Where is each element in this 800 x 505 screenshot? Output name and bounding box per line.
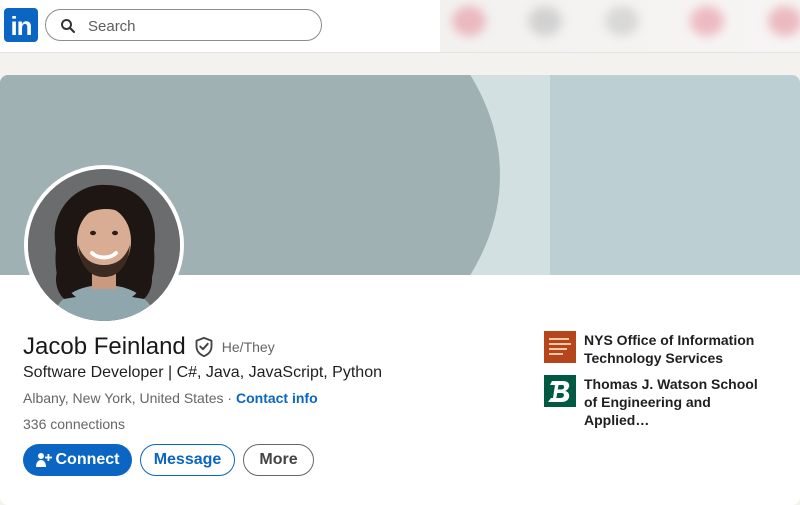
contact-info-link[interactable]: Contact info bbox=[236, 390, 318, 406]
nav-network-icon[interactable] bbox=[528, 6, 562, 36]
search-bar[interactable] bbox=[45, 9, 322, 41]
avatar[interactable] bbox=[24, 165, 184, 325]
nav-messaging-icon[interactable] bbox=[690, 6, 724, 36]
search-input[interactable] bbox=[86, 15, 310, 37]
nav-home-icon[interactable] bbox=[452, 6, 486, 36]
more-label: More bbox=[259, 451, 298, 468]
location: Albany, New York, United States bbox=[23, 390, 224, 406]
pronouns: He/They bbox=[221, 339, 275, 355]
message-button[interactable]: Message bbox=[140, 444, 235, 476]
nav-icons-blurred bbox=[440, 0, 800, 52]
nav-notifications-icon[interactable] bbox=[768, 6, 800, 36]
nav-jobs-icon[interactable] bbox=[605, 6, 639, 36]
top-nav: in bbox=[0, 0, 800, 53]
more-button[interactable]: More bbox=[243, 444, 314, 476]
org-name: Thomas J. Watson School of Engineering a… bbox=[584, 376, 758, 428]
nys-its-logo-icon bbox=[544, 331, 576, 363]
name-row: Jacob Feinland He/They bbox=[23, 332, 275, 362]
verified-shield-icon[interactable] bbox=[194, 336, 214, 358]
location-row: Albany, New York, United States · Contac… bbox=[23, 390, 318, 406]
search-icon bbox=[61, 19, 76, 34]
message-label: Message bbox=[153, 451, 222, 468]
add-person-icon bbox=[35, 453, 52, 467]
separator: · bbox=[223, 390, 236, 406]
org-nys-its[interactable]: NYS Office of Information Technology Ser… bbox=[544, 331, 774, 367]
connect-label: Connect bbox=[55, 451, 120, 468]
profile-name: Jacob Feinland bbox=[23, 333, 186, 360]
profile-headline: Software Developer | C#, Java, JavaScrip… bbox=[23, 364, 382, 381]
binghamton-b-logo-icon bbox=[544, 375, 576, 407]
connections-count[interactable]: 336 connections bbox=[23, 416, 125, 432]
org-name: NYS Office of Information Technology Ser… bbox=[584, 332, 755, 366]
org-watson-school[interactable]: Thomas J. Watson School of Engineering a… bbox=[544, 375, 774, 429]
linkedin-logo[interactable]: in bbox=[4, 8, 38, 42]
profile-card: Jacob Feinland He/They Software Develope… bbox=[0, 75, 800, 505]
connect-button[interactable]: Connect bbox=[23, 444, 132, 476]
profile-photo bbox=[28, 169, 180, 321]
